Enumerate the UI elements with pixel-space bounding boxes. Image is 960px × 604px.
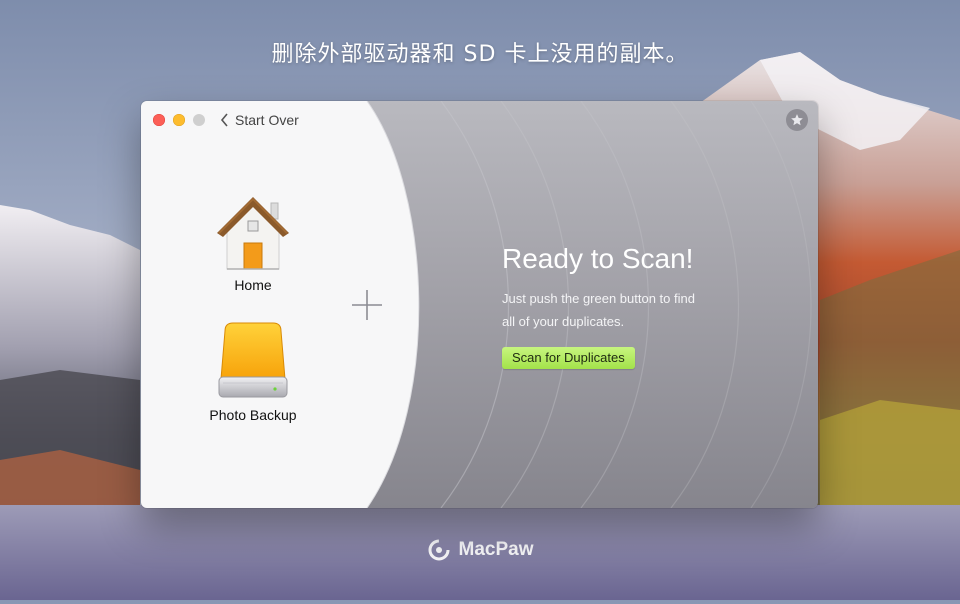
scan-for-duplicates-button[interactable]: Scan for Duplicates: [502, 347, 635, 369]
promo-headline: 删除外部驱动器和 SD 卡上没用的副本。: [271, 42, 689, 67]
brand-name: MacPaw: [458, 539, 534, 560]
minimize-button[interactable]: [173, 114, 185, 126]
ready-title: Ready to Scan!: [502, 243, 694, 274]
close-button[interactable]: [153, 114, 165, 126]
chevron-left-icon: [220, 113, 228, 127]
scan-description: Just push the green button to find all o…: [502, 287, 742, 333]
window-controls: [153, 114, 205, 126]
folder-home[interactable]: Home: [203, 193, 303, 293]
star-icon: [791, 114, 803, 126]
star-button[interactable]: [786, 109, 808, 131]
scan-description-line-2: all of your duplicates.: [502, 314, 625, 329]
macpaw-logo-icon: [428, 539, 449, 561]
scan-description-line-1: Just push the green button to find: [502, 291, 695, 306]
start-over-label: Start Over: [235, 112, 299, 128]
start-over-button[interactable]: Start Over: [220, 112, 299, 128]
external-drive-icon: [218, 322, 288, 398]
folder-home-label: Home: [234, 277, 272, 293]
folder-photo-backup[interactable]: Photo Backup: [203, 321, 303, 423]
plus-icon[interactable]: [350, 288, 384, 322]
gemini-window: Start Over Home Photo Backup Ready to Sc…: [141, 101, 818, 508]
folder-photo-backup-label: Photo Backup: [209, 407, 297, 423]
macpaw-brand: MacPaw: [0, 538, 960, 562]
zoom-button[interactable]: [193, 114, 205, 126]
home-folder-icon: [217, 197, 289, 270]
